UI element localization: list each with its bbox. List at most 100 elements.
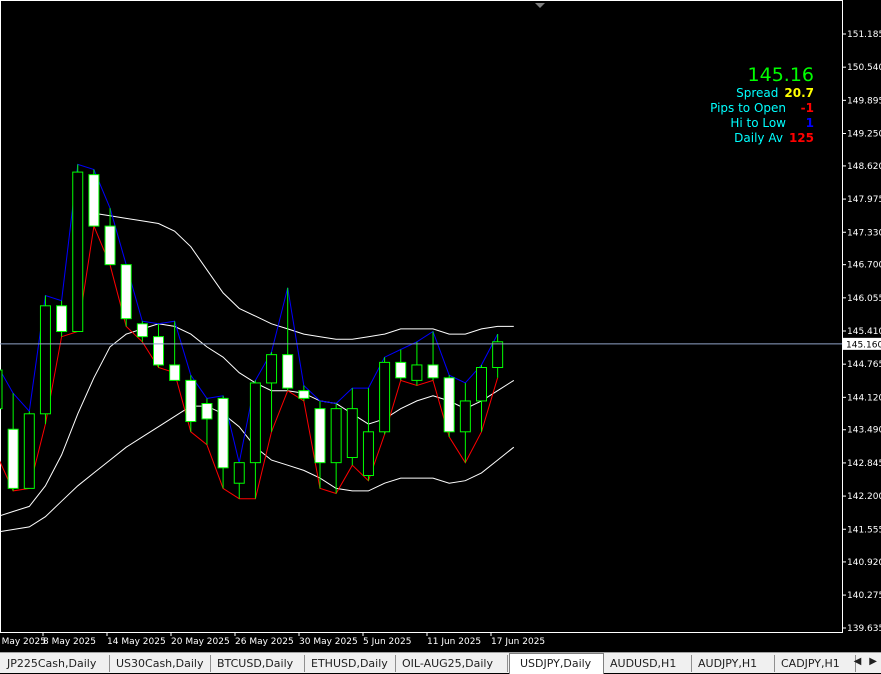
candle-body	[72, 171, 84, 333]
info-row-label: Hi to Low	[730, 116, 786, 130]
current-price-tag-label: 145.160	[846, 340, 881, 350]
chart-tab[interactable]: BTCUSD,Daily	[212, 655, 305, 672]
chart-area[interactable]: 151.185 150.540 149.895 149.250 148.620 147.9…	[0, 0, 881, 652]
candle-body	[476, 367, 487, 402]
candle	[233, 462, 245, 499]
candle-body	[346, 408, 358, 459]
price-tick-label: 149.250	[847, 130, 881, 140]
candle-body	[120, 264, 132, 320]
chart-tab-bar: JP225Cash,Daily US30Cash,Daily BTCUSD,Dail…	[0, 652, 881, 674]
price-tick-label: 150.540	[847, 63, 881, 73]
chart-tab[interactable]: ETHUSD,Daily	[306, 655, 396, 672]
candle	[88, 169, 100, 227]
candle-body	[443, 377, 455, 433]
price-tick-label: 144.765	[847, 360, 881, 370]
candle-body	[136, 323, 148, 338]
info-row: Daily Av 125	[680, 131, 814, 146]
candle	[411, 341, 423, 386]
price-tick-label: 149.895	[847, 96, 881, 106]
date-tick-label: 26 May 2025	[235, 637, 294, 647]
candle-body	[56, 305, 68, 333]
candle-body	[201, 403, 213, 420]
chart-tab[interactable]: AUDUSD,H1	[605, 655, 692, 672]
candle	[459, 382, 471, 463]
candle-body	[330, 408, 342, 464]
candle	[379, 357, 391, 435]
candle-body	[0, 369, 3, 410]
date-tick-label: 11 Jun 2025	[427, 637, 481, 647]
candle-body	[39, 305, 51, 415]
info-row-value: 125	[788, 131, 814, 145]
candle	[330, 403, 342, 494]
chart-tab[interactable]: OIL-AUG25,Daily	[397, 655, 508, 672]
candle-body	[427, 364, 439, 379]
candle-body	[492, 341, 504, 369]
price-tick-label: 139.635	[847, 624, 881, 634]
info-row-label: Pips to Open	[710, 101, 786, 115]
date-axis: 2 May 20258 May 2025 14 May 2025 20 May 20…	[0, 632, 545, 647]
chart-tab[interactable]: CADJPY,H1	[776, 655, 856, 672]
price-tick-label: 151.185	[847, 30, 881, 40]
candle-body	[395, 361, 407, 379]
price-tick-label: 142.200	[847, 492, 881, 502]
candle-body	[153, 336, 164, 366]
candle	[39, 295, 51, 425]
candle-body	[314, 408, 326, 464]
candle	[346, 388, 358, 466]
candle-body	[362, 431, 374, 477]
info-row: Spread 20.7	[680, 86, 814, 101]
info-row-value: -1	[800, 101, 814, 115]
price-tick-label: 140.920	[847, 558, 881, 568]
price-tick-label: 146.700	[847, 261, 881, 271]
candle	[201, 398, 213, 445]
scroll-right-icon[interactable]: ▶	[869, 656, 877, 667]
info-price: 145.16	[747, 64, 814, 86]
chart-tab[interactable]: JP225Cash,Daily	[2, 655, 110, 672]
candle-body	[249, 382, 261, 464]
date-tick-label: 8 May 2025	[43, 637, 96, 647]
info-row-value: 20.7	[784, 86, 814, 100]
upper-band-line	[93, 212, 514, 340]
price-tick-label: 140.275	[847, 591, 881, 601]
price-tick-label: 147.975	[847, 195, 881, 205]
candle	[56, 300, 68, 337]
candle-body	[282, 354, 294, 389]
candle-body	[7, 428, 19, 489]
candle-body	[88, 174, 100, 227]
price-tick-label: 143.490	[847, 426, 881, 436]
info-row: Hi to Low 1	[680, 116, 814, 131]
candle	[249, 380, 261, 499]
chart-tab[interactable]: AUDJPY,H1	[693, 655, 775, 672]
candle-body	[411, 364, 423, 381]
candle-body	[459, 400, 471, 433]
price-tick-label: 141.555	[847, 525, 881, 535]
current-price-tag: 145.160	[843, 337, 881, 350]
candle-body	[23, 413, 35, 489]
price-tick-label: 144.120	[847, 393, 881, 403]
date-tick-label: 17 Jun 2025	[491, 637, 545, 647]
candle-body	[169, 364, 181, 381]
info-row-value: 1	[805, 116, 814, 130]
candle	[120, 264, 132, 327]
scroll-left-icon[interactable]: ◀	[854, 656, 862, 667]
candle	[266, 352, 278, 432]
price-tick-label: 145.410	[847, 327, 881, 337]
info-row-label: Spread	[736, 86, 779, 100]
candle-body	[379, 361, 391, 433]
price-tick-label: 146.055	[847, 294, 881, 304]
date-tick-label: 14 May 2025	[107, 637, 166, 647]
candles	[0, 164, 504, 499]
chart-tab[interactable]: USDJPY,Daily	[509, 653, 604, 674]
candle	[185, 375, 197, 432]
price-axis: 151.185 150.540 149.895 149.250 148.620 147.9…	[842, 0, 881, 634]
shift-marker-icon	[535, 3, 545, 8]
chart-tab[interactable]: US30Cash,Daily	[111, 655, 211, 672]
candle-body	[233, 462, 245, 484]
info-row-label: Daily Av	[734, 131, 783, 145]
candle	[298, 385, 310, 401]
candle	[72, 164, 84, 333]
candle	[314, 400, 326, 489]
price-tick-label: 147.330	[847, 228, 881, 238]
candle	[23, 411, 35, 489]
tab-scroll-arrows: ◀ ▶	[854, 656, 877, 667]
